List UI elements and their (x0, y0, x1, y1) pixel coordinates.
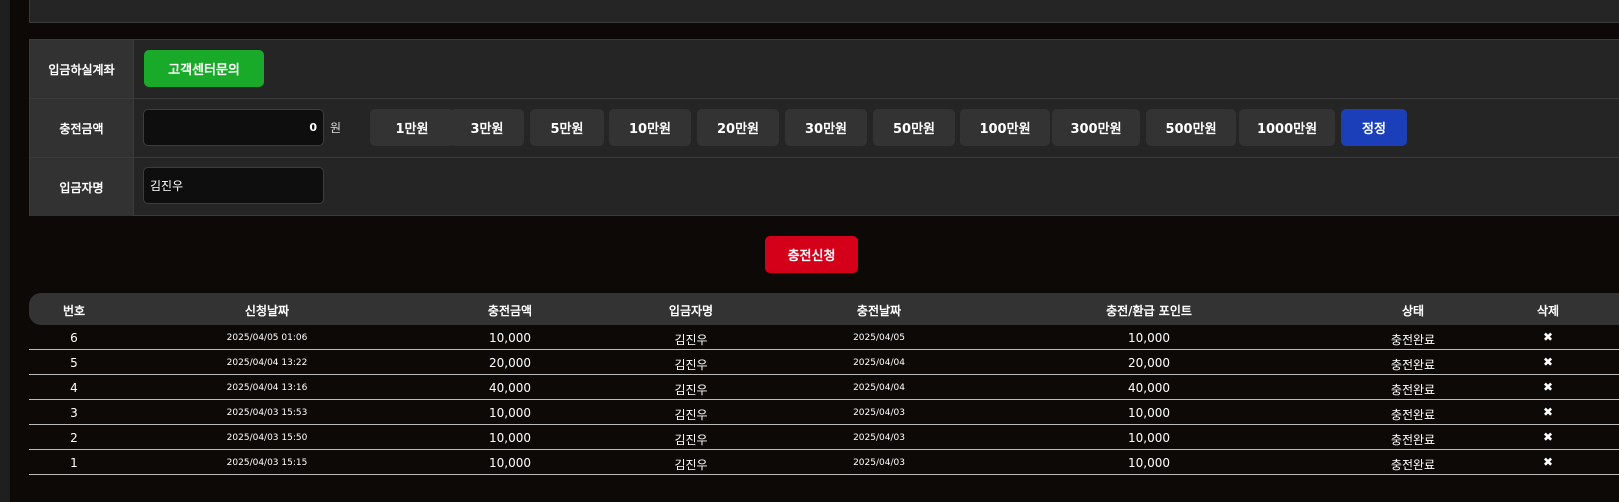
row-amount: 20,000 (489, 356, 531, 370)
row-amount: 10,000 (489, 406, 531, 420)
delete-icon[interactable]: ✖ (1543, 405, 1553, 419)
row-number: 6 (70, 331, 78, 345)
row-depositor: 김진우 (674, 333, 708, 347)
table-header: 번호 신청날짜 충전금액 입금자명 충전날짜 충전/환급 포인트 상태 삭제 (29, 293, 1619, 325)
delete-icon[interactable]: ✖ (1543, 430, 1553, 444)
row-charge-date: 2025/04/03 (853, 433, 905, 443)
depositor-row: 입금자명 (30, 158, 1619, 216)
row-status: 충전완료 (1390, 433, 1436, 447)
header-request-date: 신청날짜 (244, 304, 290, 318)
charge-history-table: 번호 신청날짜 충전금액 입금자명 충전날짜 충전/환급 포인트 상태 삭제 6… (29, 293, 1619, 475)
row-request-date: 2025/04/03 15:15 (226, 458, 308, 468)
row-status: 충전완료 (1390, 333, 1436, 347)
left-rail (0, 0, 10, 502)
row-number: 2 (70, 431, 78, 445)
row-request-date: 2025/04/03 15:50 (226, 433, 308, 443)
row-request-date: 2025/04/05 01:06 (226, 333, 308, 343)
delete-icon[interactable]: ✖ (1543, 455, 1553, 469)
row-depositor: 김진우 (674, 383, 708, 397)
row-charge-date: 2025/04/03 (853, 408, 905, 418)
amount-button-300k[interactable]: 30만원 (785, 109, 867, 146)
reset-button[interactable]: 정정 (1341, 109, 1407, 146)
row-points: 10,000 (1128, 431, 1170, 445)
depositor-label: 입금자명 (30, 158, 134, 216)
charge-amount-input[interactable] (143, 109, 324, 146)
delete-icon[interactable]: ✖ (1543, 330, 1553, 344)
charge-form: 입금하실계좌 고객센터문의 충전금액 원 1만원 3만원 5만원 10만원 20… (29, 39, 1619, 216)
header-depositor: 입금자명 (668, 304, 714, 318)
amount-button-1m[interactable]: 100만원 (960, 109, 1050, 146)
charge-amount-row: 충전금액 원 1만원 3만원 5만원 10만원 20만원 30만원 50만원 1… (30, 99, 1619, 158)
header-delete: 삭제 (1536, 304, 1560, 318)
row-status: 충전완료 (1390, 358, 1436, 372)
amount-button-10k[interactable]: 1만원 (370, 109, 454, 146)
row-amount: 40,000 (489, 381, 531, 395)
header-number: 번호 (62, 304, 86, 318)
delete-icon[interactable]: ✖ (1543, 355, 1553, 369)
header-amount: 충전금액 (487, 304, 533, 318)
row-number: 1 (70, 456, 78, 470)
row-points: 10,000 (1128, 331, 1170, 345)
charge-amount-label: 충전금액 (30, 99, 134, 157)
delete-icon[interactable]: ✖ (1543, 380, 1553, 394)
row-points: 40,000 (1128, 381, 1170, 395)
row-depositor: 김진우 (674, 458, 708, 472)
row-depositor: 김진우 (674, 408, 708, 422)
row-amount: 10,000 (489, 431, 531, 445)
amount-button-100k[interactable]: 10만원 (609, 109, 691, 146)
amount-button-200k[interactable]: 20만원 (697, 109, 779, 146)
row-number: 4 (70, 381, 78, 395)
row-depositor: 김진우 (674, 433, 708, 447)
row-number: 5 (70, 356, 78, 370)
row-charge-date: 2025/04/03 (853, 458, 905, 468)
row-charge-date: 2025/04/04 (853, 383, 905, 393)
amount-button-30k[interactable]: 3만원 (450, 109, 524, 146)
charge-request-button[interactable]: 충전신청 (765, 236, 858, 273)
row-amount: 10,000 (489, 331, 531, 345)
amount-button-50k[interactable]: 5만원 (530, 109, 604, 146)
table-row: 3 2025/04/03 15:53 10,000 김진우 2025/04/03… (29, 400, 1619, 425)
row-charge-date: 2025/04/05 (853, 333, 905, 343)
table-row: 1 2025/04/03 15:15 10,000 김진우 2025/04/03… (29, 450, 1619, 475)
row-points: 10,000 (1128, 406, 1170, 420)
amount-button-500k[interactable]: 50만원 (873, 109, 955, 146)
header-charge-date: 충전날짜 (856, 304, 902, 318)
row-number: 3 (70, 406, 78, 420)
row-request-date: 2025/04/04 13:16 (226, 383, 308, 393)
amount-button-10m[interactable]: 1000만원 (1239, 109, 1335, 146)
row-request-date: 2025/04/03 15:53 (226, 408, 308, 418)
row-status: 충전완료 (1390, 458, 1436, 472)
table-row: 4 2025/04/04 13:16 40,000 김진우 2025/04/04… (29, 375, 1619, 400)
row-points: 10,000 (1128, 456, 1170, 470)
row-depositor: 김진우 (674, 358, 708, 372)
row-points: 20,000 (1128, 356, 1170, 370)
row-request-date: 2025/04/04 13:22 (226, 358, 308, 368)
top-panel (29, 0, 1619, 23)
row-amount: 10,000 (489, 456, 531, 470)
row-status: 충전완료 (1390, 408, 1436, 422)
deposit-account-row: 입금하실계좌 고객센터문의 (30, 40, 1619, 99)
table-row: 6 2025/04/05 01:06 10,000 김진우 2025/04/05… (29, 325, 1619, 350)
row-status: 충전완료 (1390, 383, 1436, 397)
header-status: 상태 (1401, 304, 1425, 318)
table-row: 2 2025/04/03 15:50 10,000 김진우 2025/04/03… (29, 425, 1619, 450)
table-row: 5 2025/04/04 13:22 20,000 김진우 2025/04/04… (29, 350, 1619, 375)
customer-support-button[interactable]: 고객센터문의 (144, 50, 264, 87)
row-charge-date: 2025/04/04 (853, 358, 905, 368)
amount-button-3m[interactable]: 300만원 (1052, 109, 1140, 146)
depositor-name-input[interactable] (143, 167, 324, 204)
deposit-account-label: 입금하실계좌 (30, 40, 134, 98)
amount-unit-label: 원 (330, 121, 342, 135)
amount-button-5m[interactable]: 500만원 (1146, 109, 1236, 146)
header-points: 충전/환급 포인트 (1106, 304, 1192, 318)
